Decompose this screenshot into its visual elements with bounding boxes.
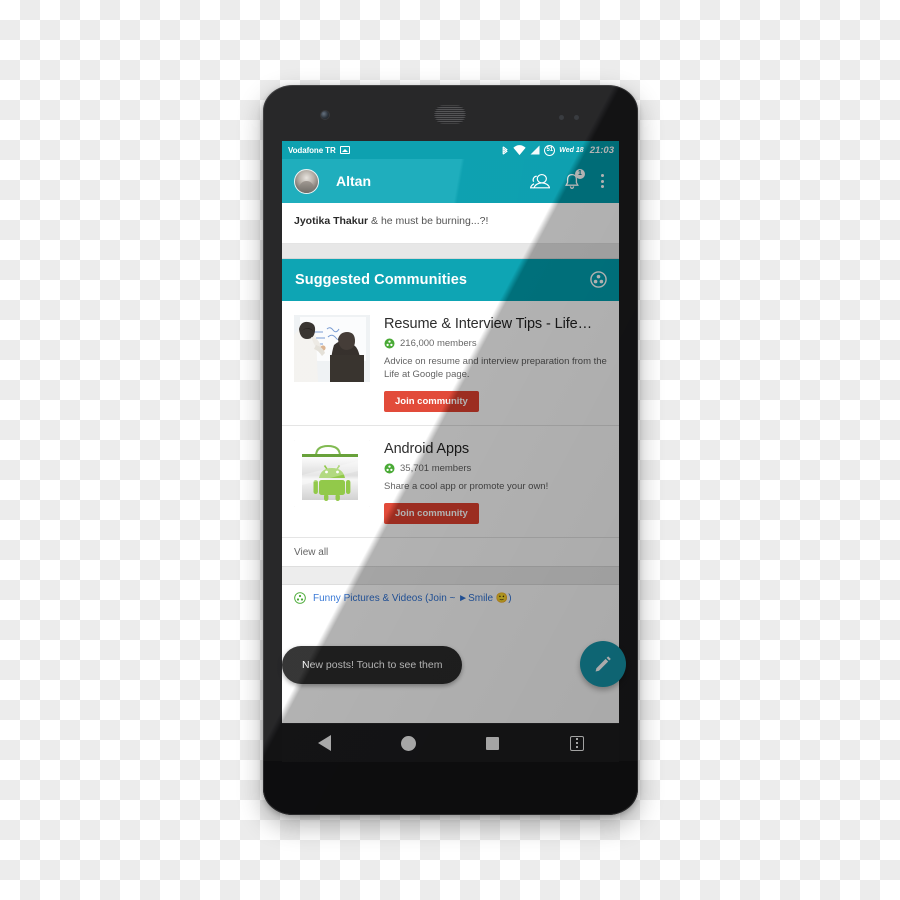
communities-circle-icon[interactable] — [590, 271, 607, 288]
community-description: Advice on resume and interview preparati… — [384, 355, 607, 381]
list-item[interactable]: Resume & Interview Tips - Life… 216,000 … — [282, 301, 619, 427]
carrier-label: Vodafone TR — [288, 145, 336, 155]
community-description: Share a cool app or promote your own! — [384, 481, 549, 493]
suggested-communities-title: Suggested Communities — [295, 271, 468, 288]
recents-button[interactable] — [470, 724, 516, 762]
page-title: Altan — [336, 173, 371, 189]
bell-icon[interactable]: 1 — [562, 169, 585, 191]
battery-indicator: 51 — [544, 144, 556, 156]
community-info: Android Apps 35,701 members Share a cool… — [384, 440, 607, 525]
toast-text: New posts! Touch to see them — [302, 659, 443, 671]
back-button[interactable] — [301, 724, 347, 762]
app-bar: Altan 1 — [282, 159, 619, 203]
community-info: Resume & Interview Tips - Life… 216,000 … — [384, 315, 607, 413]
community-badge-icon — [294, 592, 306, 605]
join-community-button[interactable]: Join community — [384, 390, 479, 413]
view-all-link[interactable]: View all — [282, 538, 619, 567]
community-name: Android Apps — [384, 441, 470, 458]
android-navigation-bar — [282, 723, 619, 762]
post-teaser-text: & he must be burning...?! — [368, 215, 489, 227]
photo-icon — [339, 146, 350, 154]
menu-card-icon — [569, 735, 584, 751]
phone-device-frame: Vodafone TR 51 Wed 18 21:03 Altan 1 Jyot… — [263, 85, 638, 815]
list-item[interactable]: Android Apps 35,701 members Share a cool… — [282, 426, 619, 539]
earpiece-speaker — [434, 105, 466, 124]
android-market-bag-icon — [294, 440, 370, 508]
community-badge-icon — [384, 338, 395, 349]
phone-screen: Vodafone TR 51 Wed 18 21:03 Altan 1 Jyot… — [282, 141, 619, 723]
app-bar-actions: 1 — [530, 169, 610, 191]
phone-bottom-bezel — [263, 761, 638, 815]
community-list: Resume & Interview Tips - Life… 216,000 … — [282, 300, 619, 539]
toast-message[interactable]: New posts! Touch to see them — [282, 646, 463, 684]
people-icon[interactable] — [530, 171, 550, 191]
back-triangle-icon — [317, 735, 331, 751]
community-members: 216,000 members — [384, 338, 607, 349]
community-link-row[interactable]: Funny Pictures & Videos (Join ~ ►Smile 🙂… — [282, 585, 619, 612]
compose-fab-button[interactable] — [580, 641, 626, 687]
recents-square-icon — [486, 736, 500, 750]
community-link-label: Funny Pictures & Videos (Join ~ ►Smile 🙂… — [313, 592, 512, 604]
home-circle-icon — [400, 735, 416, 751]
cell-signal-icon — [530, 145, 540, 155]
suggested-communities-header: Suggested Communities — [282, 258, 619, 301]
members-count: 216,000 members — [400, 337, 477, 349]
section-divider — [282, 243, 619, 259]
community-members: 35,701 members — [384, 463, 607, 474]
community-name: Resume & Interview Tips - Life… — [384, 315, 593, 332]
post-author-name: Jyotika Thakur — [294, 215, 369, 227]
notification-badge: 1 — [575, 169, 585, 179]
bluetooth-icon — [502, 145, 509, 155]
whiteboard-meeting-photo — [294, 314, 370, 382]
extra-menu-button[interactable] — [554, 724, 600, 762]
proximity-sensor — [559, 115, 564, 120]
wifi-icon — [513, 144, 526, 155]
join-community-button[interactable]: Join community — [384, 502, 479, 525]
light-sensor — [574, 115, 579, 120]
home-button[interactable] — [385, 724, 431, 762]
community-badge-icon — [384, 463, 395, 474]
status-date: Wed 18 — [559, 146, 584, 154]
status-bar: Vodafone TR 51 Wed 18 21:03 — [282, 141, 619, 159]
pencil-edit-icon — [595, 656, 611, 672]
more-vertical-icon[interactable] — [594, 171, 610, 191]
post-teaser-card[interactable]: Jyotika Thakur & he must be burning...?! — [282, 203, 619, 244]
avatar[interactable] — [294, 168, 319, 194]
view-all-label: View all — [294, 547, 329, 559]
status-time: 21:03 — [589, 144, 614, 156]
members-count: 35,701 members — [400, 463, 472, 475]
status-bar-icons: 51 Wed 18 21:03 — [501, 144, 614, 156]
front-camera — [321, 111, 329, 119]
list-separator-strip — [282, 566, 619, 586]
